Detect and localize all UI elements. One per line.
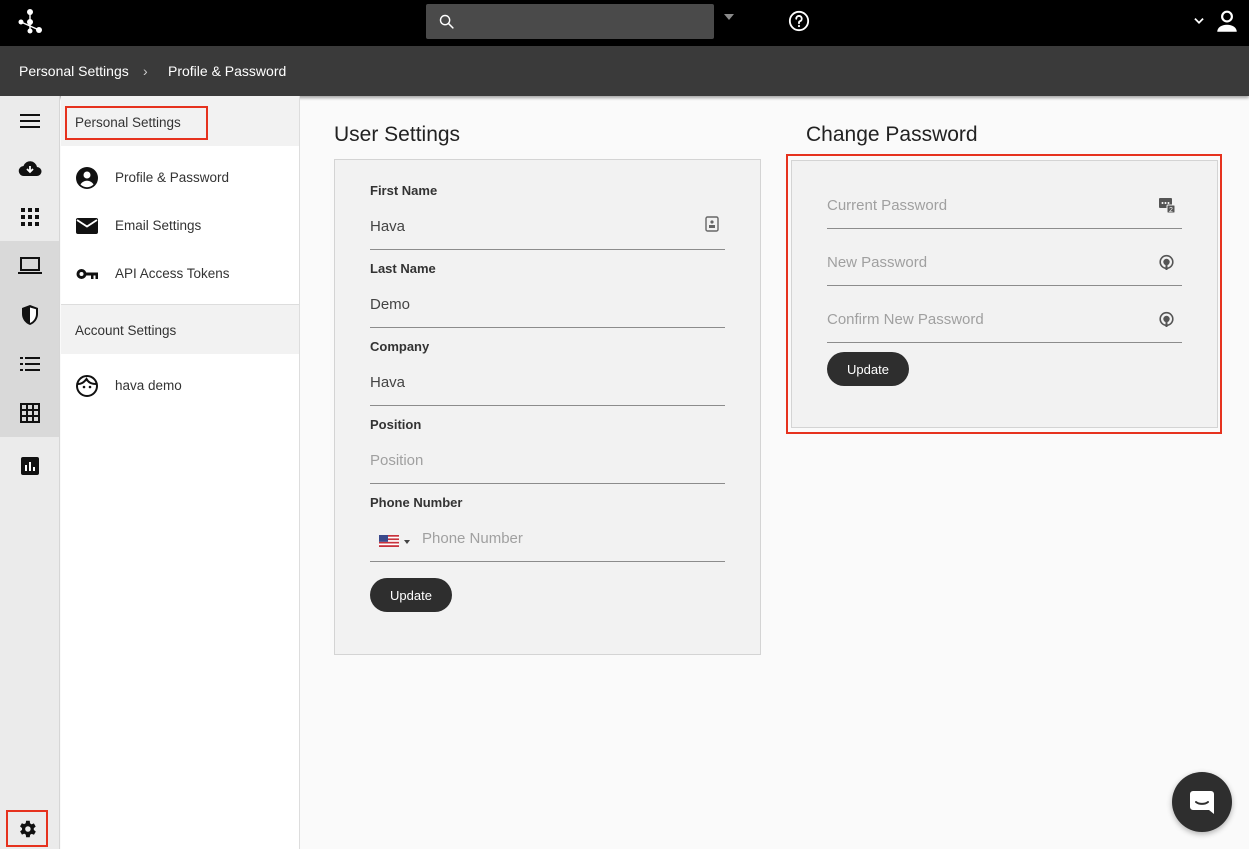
personal-settings-label: Personal Settings (75, 115, 181, 130)
sidebar-item-api-access-tokens[interactable]: API Access Tokens (61, 250, 299, 298)
change-password-title: Change Password (806, 123, 978, 146)
sidebar-item-email-settings[interactable]: Email Settings (61, 202, 299, 250)
list-icon[interactable] (0, 339, 59, 388)
settings-submenu: Personal Settings Profile & Password Ema… (61, 96, 300, 849)
lock-pin-icon (1159, 311, 1174, 327)
shield-icon[interactable] (0, 290, 59, 339)
first-name-field[interactable]: Hava (370, 210, 725, 250)
sidebar-item-hava-demo[interactable]: hava demo (61, 362, 299, 410)
last-name-value: Demo (370, 296, 411, 313)
left-rail (0, 96, 60, 849)
face-icon (76, 375, 98, 397)
user-settings-card: First Name Hava Last Name Demo Company H… (334, 159, 761, 655)
contact-card-icon (705, 216, 719, 232)
laptop-icon[interactable] (0, 241, 59, 290)
position-label: Position (370, 417, 422, 432)
country-dropdown-icon[interactable] (404, 540, 410, 544)
new-password-placeholder: New Password (827, 254, 928, 271)
phone-number-field[interactable]: Phone Number (370, 522, 725, 562)
user-settings-title: User Settings (334, 123, 461, 146)
account-settings-header: Account Settings (61, 304, 299, 354)
confirm-new-password-placeholder: Confirm New Password (827, 311, 984, 328)
search-icon (439, 14, 454, 29)
last-name-field[interactable]: Demo (370, 288, 725, 328)
cloud-download-icon[interactable] (0, 144, 59, 193)
account-settings-label: Account Settings (75, 323, 177, 338)
sidebar-item-label: hava demo (115, 378, 182, 393)
help-circle-icon[interactable] (788, 10, 810, 32)
change-password-update-button[interactable]: Update (827, 352, 909, 386)
user-icon[interactable] (1214, 9, 1240, 35)
phone-number-label: Phone Number (370, 495, 463, 510)
company-label: Company (370, 339, 430, 354)
last-name-label: Last Name (370, 261, 436, 276)
first-name-label: First Name (370, 183, 438, 198)
sidebar-item-label: Profile & Password (115, 170, 230, 185)
personal-settings-header: Personal Settings (61, 96, 299, 146)
hava-logo-icon[interactable] (17, 8, 45, 36)
us-flag-icon[interactable] (379, 535, 399, 547)
sidebar-item-label: Email Settings (115, 218, 202, 233)
chat-launcher-button[interactable] (1172, 772, 1232, 832)
sidebar-item-label: API Access Tokens (115, 266, 230, 281)
account-circle-icon (76, 167, 98, 189)
change-password-card: Current Password 2 New Password Confirm … (791, 160, 1218, 428)
settings-button[interactable] (6, 810, 48, 847)
mail-icon (76, 218, 98, 234)
gear-icon (20, 820, 36, 837)
phone-number-placeholder: Phone Number (422, 530, 523, 547)
breadcrumb-personal-settings[interactable]: Personal Settings (19, 63, 129, 79)
menu-icon[interactable] (0, 96, 59, 145)
bar-chart-icon[interactable] (0, 441, 59, 490)
company-field[interactable]: Hava (370, 366, 725, 406)
user-settings-update-button[interactable]: Update (370, 578, 452, 612)
sidebar-item-profile-password[interactable]: Profile & Password (61, 154, 299, 202)
breadcrumb: Personal Settings › Profile & Password (0, 46, 1249, 96)
chat-icon (1190, 791, 1214, 814)
position-placeholder: Position (370, 452, 424, 469)
top-bar (0, 0, 1249, 46)
breadcrumb-profile-password: Profile & Password (168, 63, 287, 79)
svg-text:2: 2 (1169, 207, 1173, 214)
search-input[interactable] (426, 4, 714, 39)
first-name-value: Hava (370, 218, 406, 235)
key-icon (76, 269, 98, 279)
search-dropdown-icon[interactable] (724, 14, 734, 20)
apps-grid-icon[interactable] (0, 192, 59, 241)
company-value: Hava (370, 374, 406, 391)
table-grid-icon[interactable] (0, 388, 59, 437)
new-password-field[interactable]: New Password (827, 246, 1182, 286)
confirm-new-password-field[interactable]: Confirm New Password (827, 303, 1182, 343)
password-key-icon: 2 (1159, 198, 1176, 214)
lock-pin-icon (1159, 254, 1174, 270)
chevron-down-icon[interactable] (1192, 14, 1206, 28)
breadcrumb-separator: › (143, 63, 148, 79)
position-field[interactable]: Position (370, 444, 725, 484)
current-password-placeholder: Current Password (827, 197, 948, 214)
current-password-field[interactable]: Current Password 2 (827, 189, 1182, 229)
